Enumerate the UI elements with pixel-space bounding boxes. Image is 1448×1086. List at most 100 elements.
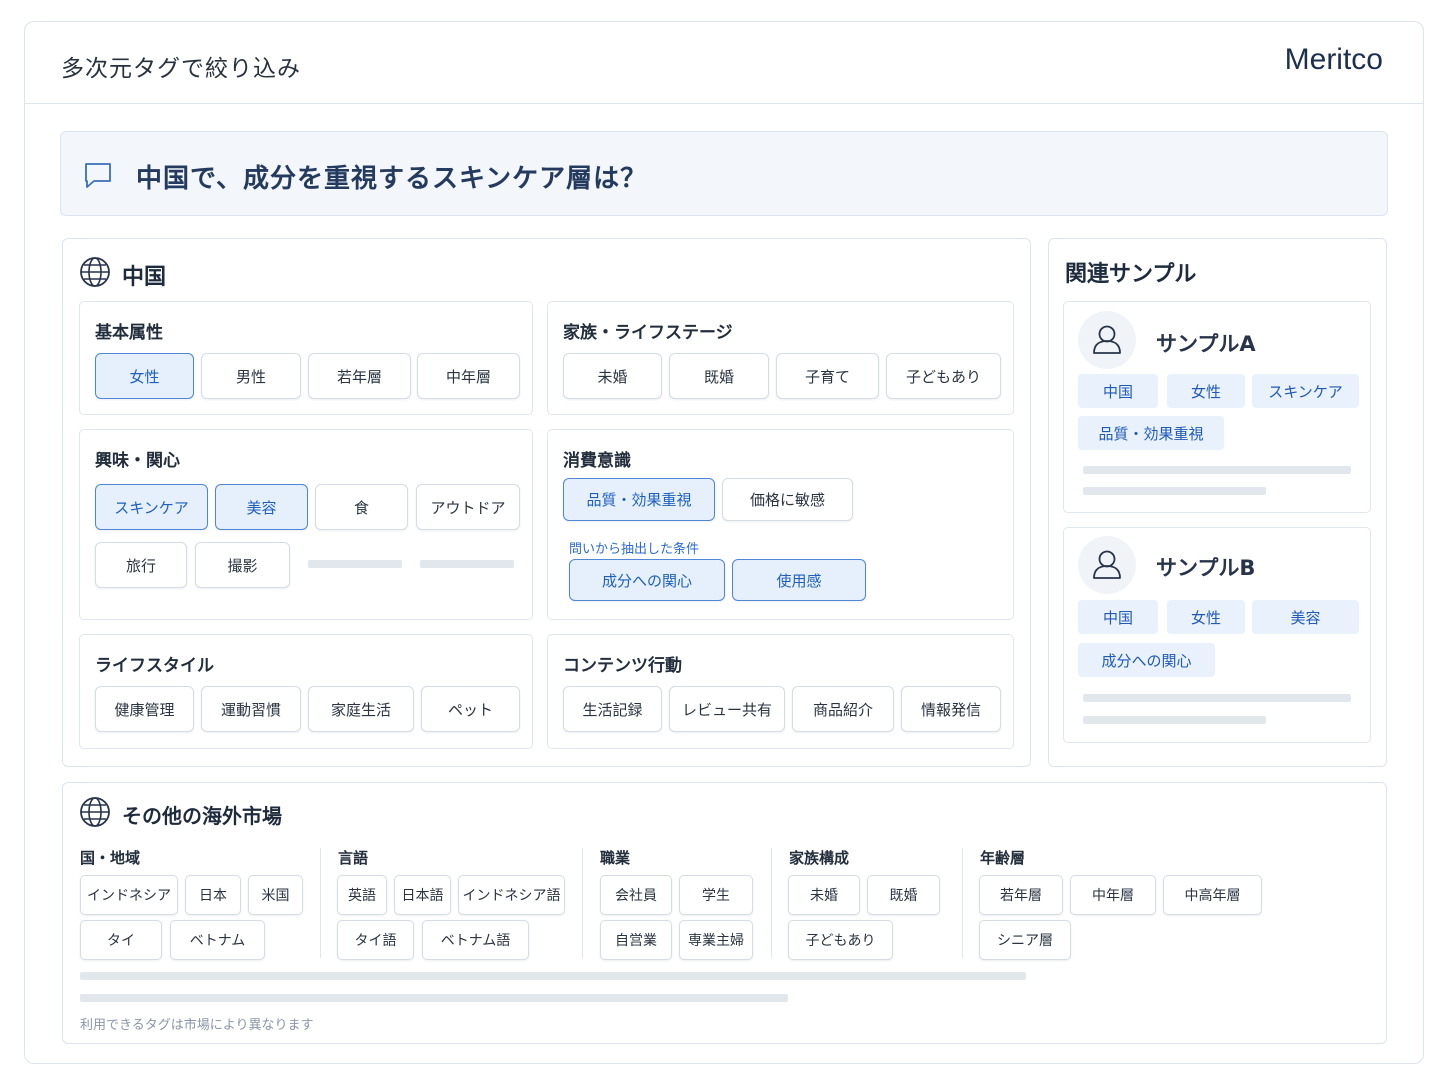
- related-samples-title: 関連サンプル: [1065, 262, 1197, 287]
- tag-chip[interactable]: 品質・効果重視: [563, 478, 715, 521]
- tag-chip[interactable]: 中年層: [417, 353, 520, 399]
- placeholder-bar: [420, 560, 514, 568]
- placeholder-bar: [308, 560, 402, 568]
- tag-chip[interactable]: 未婚: [788, 875, 860, 915]
- tag-chip[interactable]: 既婚: [669, 353, 769, 399]
- tag-chip[interactable]: 中年層: [1070, 875, 1156, 915]
- sample-card-a[interactable]: サンプルA 中国 女性 スキンケア 品質・効果重視: [1063, 301, 1371, 513]
- tag-chip[interactable]: 撮影: [195, 542, 290, 588]
- region-title-china: 中国: [122, 265, 167, 290]
- sample-tag: 中国: [1078, 374, 1158, 408]
- tag-chip[interactable]: 美容: [215, 484, 308, 530]
- placeholder-bar: [1083, 716, 1266, 724]
- sample-tag: 成分への関心: [1078, 643, 1215, 677]
- placeholder-bar: [1083, 466, 1351, 474]
- tag-chip[interactable]: 若年層: [979, 875, 1063, 915]
- sample-card-b[interactable]: サンプルB 中国 女性 美容 成分への関心: [1063, 527, 1371, 743]
- globe-icon: [80, 257, 110, 287]
- tag-chip[interactable]: 家庭生活: [308, 686, 414, 732]
- tag-chip[interactable]: インドネシア語: [458, 875, 565, 915]
- card-title: 基本属性: [95, 323, 163, 343]
- group-divider: [582, 848, 583, 958]
- sample-tag: 美容: [1252, 600, 1359, 634]
- tag-chip[interactable]: 女性: [95, 353, 194, 399]
- footnote: 利用できるタグは市場により異なります: [80, 1018, 314, 1033]
- placeholder-bar: [80, 972, 1026, 980]
- card-title: 家族・ライフステージ: [563, 323, 733, 343]
- tag-chip[interactable]: 旅行: [95, 542, 187, 588]
- content-behavior-card: コンテンツ行動 生活記録 レビュー共有 商品紹介 情報発信: [547, 634, 1014, 749]
- tag-chip[interactable]: 子どもあり: [788, 920, 893, 960]
- tag-chip[interactable]: 使用感: [732, 559, 866, 601]
- tag-chip[interactable]: スキンケア: [95, 484, 208, 530]
- tag-chip[interactable]: 生活記録: [563, 686, 662, 732]
- group-divider: [962, 848, 963, 958]
- tag-chip[interactable]: 子どもあり: [886, 353, 1001, 399]
- tag-chip[interactable]: シニア層: [979, 920, 1071, 960]
- avatar: [1078, 311, 1136, 369]
- placeholder-bar: [1083, 487, 1266, 495]
- sample-name: サンプルB: [1156, 556, 1256, 580]
- region-title-overseas: その他の海外市場: [122, 804, 282, 828]
- tag-chip[interactable]: 日本: [185, 875, 241, 915]
- sample-name: サンプルA: [1156, 332, 1256, 356]
- group-title: 国・地域: [80, 849, 141, 867]
- tag-chip[interactable]: 専業主婦: [679, 920, 753, 960]
- card-title: 消費意識: [563, 451, 631, 471]
- sample-tag: スキンケア: [1252, 374, 1359, 408]
- tag-chip[interactable]: レビュー共有: [669, 686, 785, 732]
- card-title: コンテンツ行動: [563, 656, 682, 676]
- brand-logo: Meritco: [1284, 43, 1383, 76]
- query-box[interactable]: 中国で、成分を重視するスキンケア層は？: [60, 131, 1388, 216]
- group-divider: [320, 848, 321, 958]
- tag-chip[interactable]: 会社員: [600, 875, 672, 915]
- placeholder-bar: [80, 994, 788, 1002]
- consumption-card: 消費意識 品質・効果重視 価格に敏感 問いから抽出した条件 成分への関心 使用感: [547, 429, 1014, 620]
- tag-chip[interactable]: 中高年層: [1163, 875, 1262, 915]
- tag-chip[interactable]: 子育て: [776, 353, 879, 399]
- tag-chip[interactable]: 運動習慣: [201, 686, 301, 732]
- tag-chip[interactable]: 価格に敏感: [722, 478, 853, 521]
- basic-attributes-card: 基本属性 女性 男性 若年層 中年層: [79, 301, 533, 415]
- tag-chip[interactable]: 食: [315, 484, 408, 530]
- tag-chip[interactable]: 自営業: [600, 920, 672, 960]
- sample-tag: 女性: [1167, 374, 1245, 408]
- tag-chip[interactable]: 情報発信: [901, 686, 1001, 732]
- tag-chip[interactable]: インドネシア: [80, 875, 178, 915]
- tag-chip[interactable]: 若年層: [308, 353, 411, 399]
- query-text: 中国で、成分を重視するスキンケア層は？: [136, 164, 648, 194]
- tag-chip[interactable]: タイ: [80, 920, 162, 960]
- tag-chip[interactable]: 健康管理: [95, 686, 194, 732]
- group-title: 家族構成: [789, 849, 850, 867]
- tag-chip[interactable]: アウトドア: [416, 484, 520, 530]
- placeholder-bar: [1083, 694, 1351, 702]
- user-icon: [1093, 325, 1121, 354]
- tag-chip[interactable]: タイ語: [337, 920, 414, 960]
- tag-chip[interactable]: 商品紹介: [792, 686, 894, 732]
- tag-chip[interactable]: ベトナム: [170, 920, 265, 960]
- tag-chip[interactable]: 英語: [337, 875, 387, 915]
- lifestyle-card: ライフスタイル 健康管理 運動習慣 家庭生活 ペット: [79, 634, 533, 749]
- chat-bubble-icon: [85, 163, 111, 188]
- group-title: 職業: [600, 849, 631, 867]
- sample-tag: 品質・効果重視: [1078, 416, 1224, 450]
- group-title: 言語: [338, 849, 369, 867]
- card-title: 興味・関心: [95, 451, 180, 471]
- page-title: 多次元タグで絞り込み: [61, 56, 301, 82]
- sample-tag: 女性: [1167, 600, 1245, 634]
- tag-chip[interactable]: ペット: [421, 686, 520, 732]
- interest-card: 興味・関心 スキンケア 美容 食 アウトドア 旅行 撮影: [79, 429, 533, 620]
- tag-chip[interactable]: 米国: [248, 875, 303, 915]
- sample-tag: 中国: [1078, 600, 1158, 634]
- tag-chip[interactable]: 既婚: [867, 875, 940, 915]
- tag-chip[interactable]: 男性: [201, 353, 301, 399]
- top-bar: 多次元タグで絞り込み Meritco: [24, 21, 1424, 104]
- tag-chip[interactable]: 日本語: [394, 875, 451, 915]
- group-divider: [771, 848, 772, 958]
- tag-chip[interactable]: 成分への関心: [569, 559, 725, 601]
- tag-chip[interactable]: 未婚: [563, 353, 662, 399]
- globe-icon: [80, 797, 110, 827]
- tag-chip[interactable]: 学生: [679, 875, 753, 915]
- tag-chip[interactable]: ベトナム語: [422, 920, 529, 960]
- card-title: ライフスタイル: [95, 656, 214, 676]
